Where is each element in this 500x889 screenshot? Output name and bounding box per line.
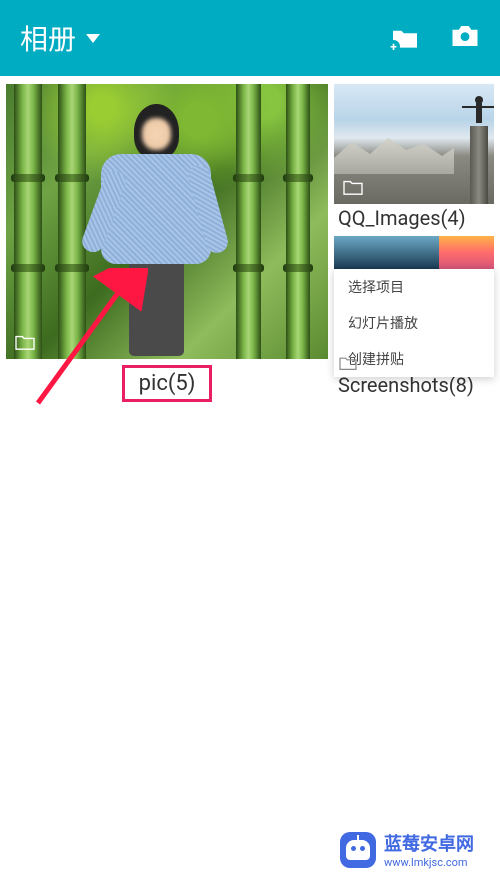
menu-item-collage[interactable]: 创建拼贴 [334, 341, 494, 377]
app-header: 相册 + [0, 0, 500, 76]
chevron-down-icon [86, 34, 100, 43]
album-grid: pic(5) QQ_Images(4) [0, 76, 500, 403]
album-pic[interactable]: pic(5) [6, 84, 328, 403]
camera-icon [450, 23, 480, 49]
header-actions: + [390, 23, 480, 53]
album-pic-label: pic(5) [122, 365, 213, 402]
album-screenshots-thumbnail: 选择项目 幻灯片播放 创建拼贴 [334, 236, 494, 371]
album-screenshots[interactable]: 选择项目 幻灯片播放 创建拼贴 Screenshots(8) [334, 236, 494, 401]
menu-item-slideshow[interactable]: 幻灯片播放 [334, 305, 494, 341]
album-qq-images[interactable]: QQ_Images(4) [334, 84, 494, 234]
album-pic-label-container: pic(5) [6, 365, 328, 402]
camera-button[interactable] [450, 23, 480, 53]
folder-icon [14, 333, 36, 351]
album-dropdown[interactable]: 相册 [20, 18, 100, 58]
watermark-text: 蓝莓安卓网 www.lmkjsc.com [384, 830, 474, 869]
plus-icon: + [387, 40, 400, 53]
folder-icon [342, 178, 364, 196]
albums-right-column: QQ_Images(4) 选择项目 幻灯片播放 创建拼贴 Screenshots… [334, 84, 494, 403]
watermark: 蓝莓安卓网 www.lmkjsc.com [324, 822, 490, 877]
watermark-logo-icon [340, 832, 376, 868]
folder-icon [338, 355, 358, 371]
add-folder-button[interactable]: + [390, 26, 420, 50]
watermark-title: 蓝莓安卓网 [384, 830, 474, 856]
context-menu: 选择项目 幻灯片播放 创建拼贴 [334, 269, 494, 377]
album-qq-thumbnail [334, 84, 494, 204]
menu-item-select[interactable]: 选择项目 [334, 269, 494, 305]
header-title: 相册 [20, 18, 76, 58]
album-qq-label: QQ_Images(4) [334, 204, 494, 234]
album-pic-thumbnail [6, 84, 328, 359]
watermark-url: www.lmkjsc.com [384, 856, 474, 869]
